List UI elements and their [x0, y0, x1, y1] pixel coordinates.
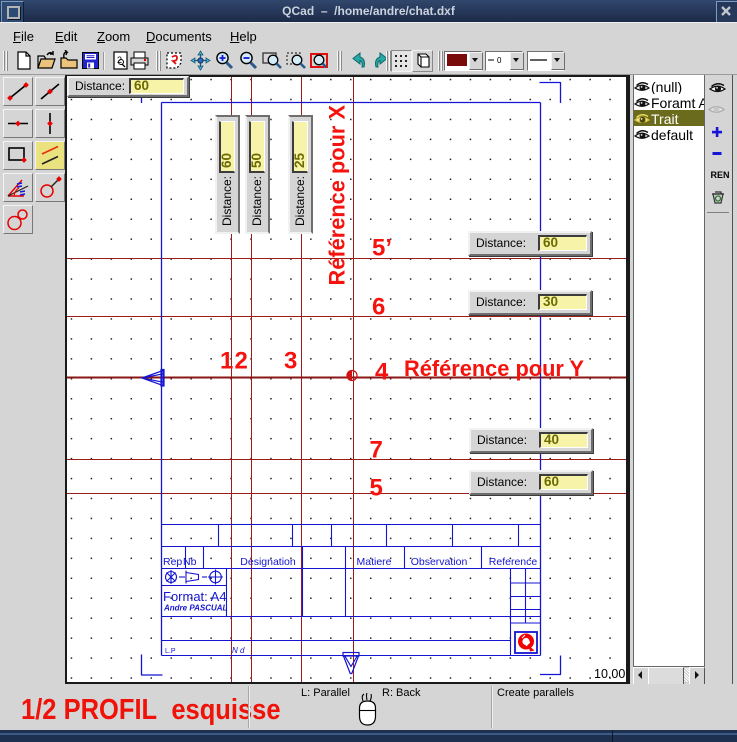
svg-text:2: 2 [235, 348, 248, 375]
svg-text:6: 6 [372, 294, 385, 321]
svg-text:Rep: Rep [163, 556, 182, 568]
svg-text:Designation: Designation [240, 556, 296, 568]
svg-text:Observation: Observation [411, 556, 468, 568]
svg-text:Référence pour X: Référence pour X [325, 105, 350, 286]
svg-text:5: 5 [370, 475, 383, 502]
svg-text:4: 4 [375, 359, 389, 386]
svg-text:Andre PASCUAL: Andre PASCUAL [163, 604, 228, 613]
svg-text:Référence pour Y: Référence pour Y [404, 356, 585, 381]
svg-text:0: 0 [497, 56, 502, 65]
svg-text:N d: N d [232, 646, 245, 655]
svg-text:3: 3 [284, 348, 297, 375]
svg-text:Nb: Nb [183, 556, 197, 568]
svg-text:10.00: 10.00 [594, 667, 625, 681]
svg-text:7: 7 [370, 437, 383, 464]
svg-text:1: 1 [220, 348, 233, 375]
svg-text:5’: 5’ [372, 235, 392, 262]
svg-text:Matiere: Matiere [356, 556, 391, 568]
svg-text:L.P: L.P [165, 648, 176, 655]
svg-text:Reference: Reference [489, 556, 538, 568]
svg-text:Format: A4: Format: A4 [163, 589, 227, 604]
